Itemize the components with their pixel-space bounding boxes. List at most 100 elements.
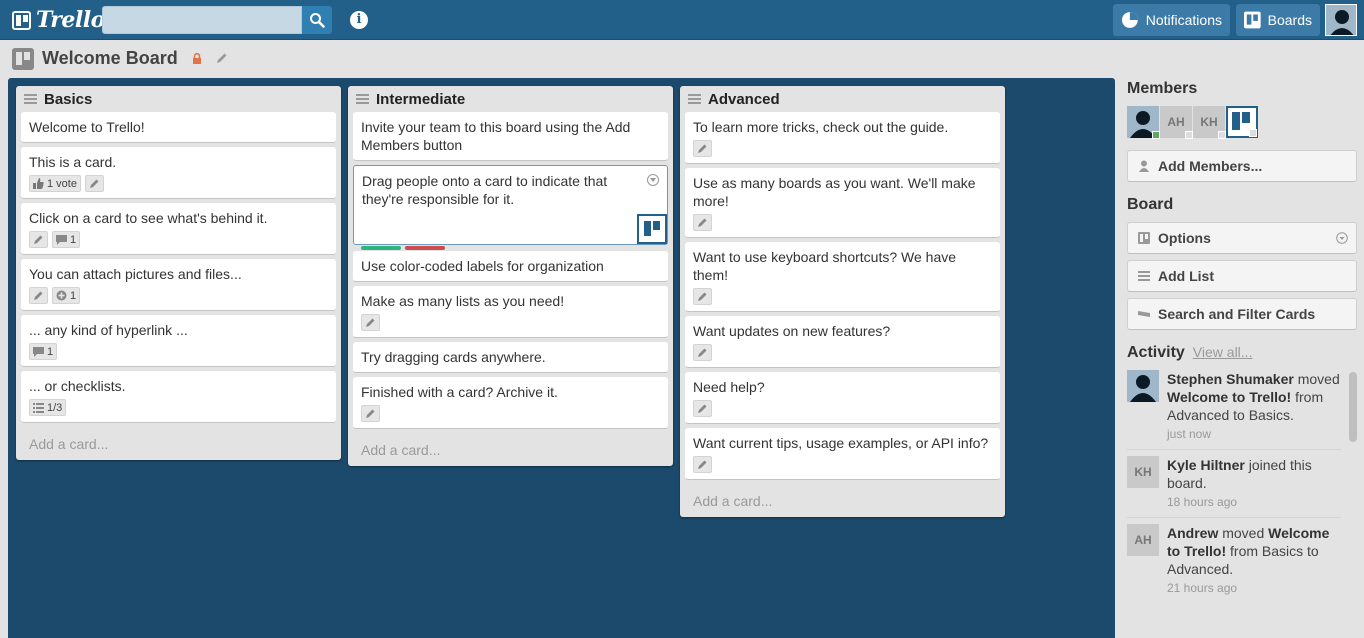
label-green xyxy=(361,246,401,250)
edit-badge[interactable] xyxy=(693,400,712,417)
add-list-button[interactable]: Add List xyxy=(1127,260,1357,292)
activity-card-link[interactable]: Welcome to Trello! xyxy=(1167,389,1291,405)
search-filter-label: Search and Filter Cards xyxy=(1158,306,1316,322)
card-text: This is a card. xyxy=(29,154,117,170)
list-drag-handle-icon[interactable] xyxy=(688,94,701,104)
card-text: Use as many boards as you want. We'll ma… xyxy=(693,175,976,209)
card[interactable]: Use as many boards as you want. We'll ma… xyxy=(685,168,1000,238)
search-button[interactable] xyxy=(302,6,332,34)
list-title[interactable]: Intermediate xyxy=(376,91,465,108)
activity-time: just now xyxy=(1167,427,1212,441)
thumbs-up-icon xyxy=(33,178,44,189)
activity-heading: Activity xyxy=(1127,344,1185,361)
card[interactable]: Try dragging cards anywhere. xyxy=(353,342,668,373)
card-text: Make as many lists as you need! xyxy=(361,293,565,309)
edit-badge[interactable] xyxy=(29,231,48,248)
trello-logo[interactable]: Trello xyxy=(12,7,105,33)
board-icon xyxy=(12,48,34,70)
edit-badge[interactable] xyxy=(361,405,380,422)
add-card-button[interactable]: Add a card... xyxy=(21,427,336,452)
edit-badge[interactable] xyxy=(29,287,48,304)
list-header[interactable]: Advanced xyxy=(685,86,1000,112)
list-drag-handle-icon[interactable] xyxy=(24,94,37,104)
activity-avatar[interactable]: AH xyxy=(1127,524,1159,556)
list-intermediate[interactable]: Intermediate Invite your team to this bo… xyxy=(348,86,673,466)
activity-user[interactable]: Kyle Hiltner xyxy=(1167,457,1245,473)
edit-badge[interactable] xyxy=(693,288,712,305)
card[interactable]: Want to use keyboard shortcuts? We have … xyxy=(685,242,1000,312)
activity-action: moved xyxy=(1218,525,1269,541)
card-text: Want to use keyboard shortcuts? We have … xyxy=(693,249,957,283)
edit-badge[interactable] xyxy=(361,314,380,331)
edit-badge[interactable] xyxy=(693,344,712,361)
list-drag-handle-icon[interactable] xyxy=(356,94,369,104)
activity-avatar[interactable]: KH xyxy=(1127,456,1159,488)
card[interactable]: To learn more tricks, check out the guid… xyxy=(685,112,1000,164)
list-header[interactable]: Intermediate xyxy=(353,86,668,112)
list-basics[interactable]: Basics Welcome to Trello! This is a card… xyxy=(16,86,341,460)
list-title[interactable]: Advanced xyxy=(708,91,780,108)
add-card-button[interactable]: Add a card... xyxy=(353,433,668,458)
edit-badge[interactable] xyxy=(693,214,712,231)
card[interactable]: ... or checklists. 1/3 xyxy=(21,371,336,423)
pencil-icon[interactable] xyxy=(216,52,228,64)
view-all-link[interactable]: View all... xyxy=(1193,344,1253,360)
add-card-button[interactable]: Add a card... xyxy=(685,484,1000,509)
card-menu-icon[interactable] xyxy=(647,174,659,186)
activity-text: Stephen Shumaker moved Welcome to Trello… xyxy=(1167,370,1341,424)
member-avatar[interactable] xyxy=(1226,106,1258,138)
info-icon[interactable]: i xyxy=(350,11,368,29)
member-avatar[interactable]: AH xyxy=(1160,106,1193,139)
card[interactable]: Make as many lists as you need! xyxy=(353,286,668,338)
sidebar-scrollbar[interactable] xyxy=(1349,372,1357,442)
activity-avatar[interactable] xyxy=(1127,370,1159,402)
card[interactable]: ... any kind of hyperlink ... 1 xyxy=(21,315,336,367)
list-advanced[interactable]: Advanced To learn more tricks, check out… xyxy=(680,86,1005,517)
card[interactable]: Use color-coded labels for organization xyxy=(353,246,668,282)
notifications-button[interactable]: Notifications xyxy=(1113,4,1230,36)
search-input[interactable] xyxy=(102,6,302,34)
card-text: ... any kind of hyperlink ... xyxy=(29,322,188,338)
member-avatar[interactable] xyxy=(1127,106,1160,139)
activity-user[interactable]: Andrew xyxy=(1167,525,1218,541)
card[interactable]: Drag people onto a card to indicate that… xyxy=(353,165,668,245)
card[interactable]: You can attach pictures and files... 1 xyxy=(21,259,336,311)
add-members-button[interactable]: Add Members... xyxy=(1127,150,1357,182)
member-avatar[interactable]: KH xyxy=(1193,106,1226,139)
lock-icon[interactable] xyxy=(192,53,202,64)
card[interactable]: Invite your team to this board using the… xyxy=(353,112,668,161)
checklist-icon xyxy=(33,403,44,413)
card[interactable]: Click on a card to see what's behind it.… xyxy=(21,203,336,255)
card-text: Want current tips, usage examples, or AP… xyxy=(693,435,989,451)
card-text: Try dragging cards anywhere. xyxy=(361,349,546,365)
list-header[interactable]: Basics xyxy=(21,86,336,112)
options-button[interactable]: Options xyxy=(1127,222,1357,254)
card[interactable]: Want current tips, usage examples, or AP… xyxy=(685,428,1000,480)
card[interactable]: Finished with a card? Archive it. xyxy=(353,377,668,429)
card[interactable]: Welcome to Trello! xyxy=(21,112,336,143)
boards-button[interactable]: Boards xyxy=(1236,4,1320,36)
pencil-icon xyxy=(698,348,707,357)
add-list-label: Add List xyxy=(1158,268,1214,284)
activity-user[interactable]: Stephen Shumaker xyxy=(1167,371,1294,387)
board-title[interactable]: Welcome Board xyxy=(42,48,178,69)
pencil-icon xyxy=(34,235,43,244)
user-avatar[interactable] xyxy=(1325,4,1357,36)
card[interactable]: Need help? xyxy=(685,372,1000,424)
card[interactable]: This is a card. 1 vote xyxy=(21,147,336,199)
card-member-avatar[interactable] xyxy=(637,214,667,244)
activity-time: 18 hours ago xyxy=(1167,495,1238,509)
activity-action: moved xyxy=(1293,371,1340,387)
boards-label: Boards xyxy=(1267,12,1312,28)
logo-text: Trello xyxy=(36,7,105,33)
edit-badge[interactable] xyxy=(693,456,712,473)
edit-badge[interactable] xyxy=(84,175,104,192)
card-text: To learn more tricks, check out the guid… xyxy=(693,119,949,135)
list-title[interactable]: Basics xyxy=(44,91,92,108)
edit-badge[interactable] xyxy=(693,140,712,157)
search-filter-button[interactable]: Search and Filter Cards xyxy=(1127,298,1357,330)
pencil-icon xyxy=(366,409,375,418)
card[interactable]: Want updates on new features? xyxy=(685,316,1000,368)
member-avatars: AH KH xyxy=(1127,106,1364,139)
card-text: Invite your team to this board using the… xyxy=(361,119,631,153)
